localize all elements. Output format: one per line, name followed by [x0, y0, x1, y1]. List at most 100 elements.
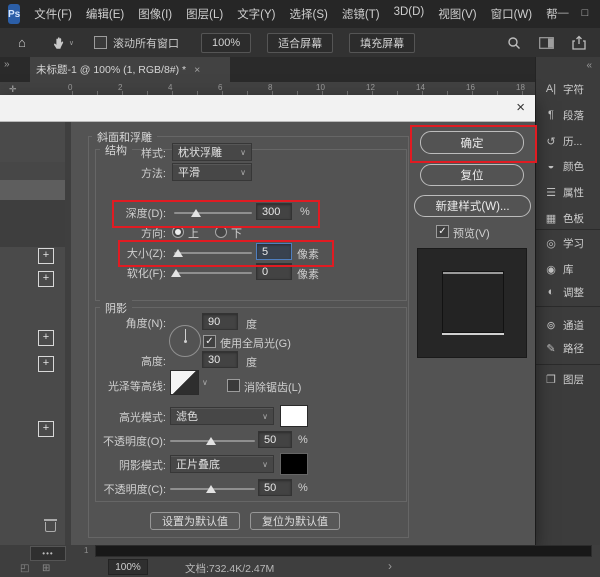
search-icon[interactable]: [507, 36, 521, 50]
angle-field[interactable]: 90: [202, 313, 238, 330]
maximize-icon[interactable]: □: [582, 7, 589, 22]
reset-default-button[interactable]: 复位为默认值: [250, 512, 340, 530]
panel-label: 学习: [563, 236, 584, 251]
menu-view[interactable]: 视图(V): [438, 6, 476, 22]
menu-help[interactable]: 帮: [546, 6, 558, 22]
collapse-right-panel-icon[interactable]: «: [586, 60, 592, 71]
shadow-mode-dropdown[interactable]: 正片叠底 ∨: [170, 455, 274, 473]
chevron-down-icon: ∨: [262, 412, 268, 421]
global-light-checkbox[interactable]: ✓: [203, 335, 216, 348]
make-default-button[interactable]: 设置为默认值: [150, 512, 240, 530]
menu-window[interactable]: 窗口(W): [491, 6, 533, 22]
panel-tab-layers[interactable]: ❐ 图层: [536, 369, 600, 389]
depth-field[interactable]: 300: [256, 203, 292, 220]
panel-tab-properties[interactable]: ☰ 属性: [536, 182, 600, 202]
direction-down-radio[interactable]: [215, 226, 227, 238]
size-slider[interactable]: [174, 252, 252, 254]
depth-slider[interactable]: [174, 212, 252, 214]
ruler-tick: 14: [416, 83, 425, 92]
menu-items: 文件(F) 编辑(E) 图像(I) 图层(L) 文字(Y) 选择(S) 滤镜(T…: [34, 6, 557, 22]
direction-down-label: 下: [231, 225, 242, 241]
ok-button[interactable]: 确定: [420, 131, 524, 154]
menu-select[interactable]: 选择(S): [290, 6, 328, 22]
altitude-unit: 度: [246, 354, 257, 370]
shadow-opacity-field[interactable]: 50: [258, 479, 292, 496]
shadow-opacity-slider[interactable]: [170, 488, 255, 490]
panel-divider: [536, 306, 600, 307]
horizontal-ruler: 0 2 4 6 8 10 12 14 16 18: [28, 82, 535, 96]
shadow-color-swatch[interactable]: [280, 453, 308, 475]
highlight-color-swatch[interactable]: [280, 405, 308, 427]
soften-field[interactable]: 0: [256, 263, 292, 280]
scroll-all-windows-checkbox[interactable]: [94, 36, 107, 49]
panel-tab-libraries[interactable]: ◉ 库: [536, 259, 600, 279]
panel-tab-paths[interactable]: ✎ 路径: [536, 338, 600, 358]
method-dropdown[interactable]: 平滑 ∨: [172, 163, 252, 181]
soften-slider[interactable]: [174, 272, 252, 274]
panel-tab-character[interactable]: A| 字符: [536, 79, 600, 99]
menu-type[interactable]: 文字(Y): [237, 6, 275, 22]
soften-slider-thumb[interactable]: [171, 269, 181, 277]
shadow-opacity-thumb[interactable]: [206, 485, 216, 493]
panel-tab-color[interactable]: ◒ 颜色: [536, 156, 600, 176]
new-style-button[interactable]: 新建样式(W)...: [414, 195, 531, 217]
add-effect-icon[interactable]: +: [38, 330, 54, 346]
menu-filter[interactable]: 滤镜(T): [342, 6, 380, 22]
status-expand-icon[interactable]: ›: [388, 559, 392, 573]
chevron-down-icon: ∨: [240, 168, 246, 177]
panel-tab-paragraph[interactable]: ¶ 段落: [536, 105, 600, 125]
canvas-corner-icon-2: ⊞: [42, 563, 50, 574]
style-list-row-selected[interactable]: [0, 180, 65, 200]
toolbar-more-icon[interactable]: •••: [30, 546, 66, 561]
delete-effect-icon[interactable]: [45, 522, 56, 532]
properties-icon: ☰: [543, 186, 559, 199]
depth-slider-thumb[interactable]: [191, 209, 201, 217]
reset-button[interactable]: 复位: [420, 164, 524, 186]
menu-file[interactable]: 文件(F): [34, 6, 72, 22]
move-tool-icon[interactable]: ✛: [9, 84, 17, 95]
fill-screen-button[interactable]: 填充屏幕: [349, 33, 415, 53]
style-dropdown[interactable]: 枕状浮雕 ∨: [172, 143, 252, 161]
channels-icon: ⊚: [543, 319, 559, 332]
gloss-contour-thumbnail[interactable]: [170, 370, 199, 395]
highlight-mode-dropdown[interactable]: 滤色 ∨: [170, 407, 274, 425]
status-zoom-value[interactable]: 100%: [108, 559, 148, 575]
panel-tab-history[interactable]: ↺ 历...: [536, 131, 600, 151]
preview-checkbox[interactable]: ✓: [436, 225, 449, 238]
global-light-label: 使用全局光(G): [220, 335, 291, 351]
expand-left-panel-icon[interactable]: »: [4, 59, 10, 70]
size-slider-thumb[interactable]: [173, 249, 183, 257]
altitude-field[interactable]: 30: [202, 351, 238, 368]
canvas-bottom-edge[interactable]: [95, 545, 592, 557]
home-icon[interactable]: ⌂: [18, 35, 26, 50]
hand-tool-icon[interactable]: [52, 36, 66, 50]
highlight-opacity-slider[interactable]: [170, 440, 255, 442]
anti-alias-checkbox[interactable]: [227, 379, 240, 392]
workspace-layout-icon[interactable]: [539, 37, 554, 49]
size-field[interactable]: 5: [256, 243, 292, 260]
zoom-100-button[interactable]: 100%: [201, 33, 251, 53]
menu-edit[interactable]: 编辑(E): [86, 6, 124, 22]
menu-3d[interactable]: 3D(D): [394, 6, 425, 22]
highlight-opacity-field[interactable]: 50: [258, 431, 292, 448]
panel-tab-swatches[interactable]: ▦ 色板: [536, 208, 600, 228]
minimize-icon[interactable]: —: [558, 7, 569, 22]
angle-dial[interactable]: [169, 325, 201, 357]
anti-alias-label: 消除锯齿(L): [244, 379, 301, 395]
panel-tab-adjustments[interactable]: ◐ 调整: [536, 282, 600, 302]
menu-image[interactable]: 图像(I): [138, 6, 172, 22]
fit-screen-button[interactable]: 适合屏幕: [267, 33, 333, 53]
highlight-opacity-thumb[interactable]: [206, 437, 216, 445]
panel-tab-learn[interactable]: ◎ 学习: [536, 233, 600, 253]
direction-up-radio[interactable]: [172, 226, 184, 238]
document-tab[interactable]: 未标题-1 @ 100% (1, RGB/8#) * ×: [30, 57, 230, 82]
menu-layer[interactable]: 图层(L): [186, 6, 223, 22]
contour-chevron-icon[interactable]: ∨: [202, 378, 208, 387]
shadow-mode-value: 正片叠底: [176, 456, 220, 472]
share-icon[interactable]: [572, 35, 586, 50]
hand-tool-chevron-icon[interactable]: ∨: [69, 39, 74, 47]
ruler-tick: 16: [466, 83, 475, 92]
dialog-close-icon[interactable]: ×: [516, 99, 525, 116]
panel-tab-channels[interactable]: ⊚ 通道: [536, 315, 600, 335]
tab-close-icon[interactable]: ×: [194, 64, 200, 76]
